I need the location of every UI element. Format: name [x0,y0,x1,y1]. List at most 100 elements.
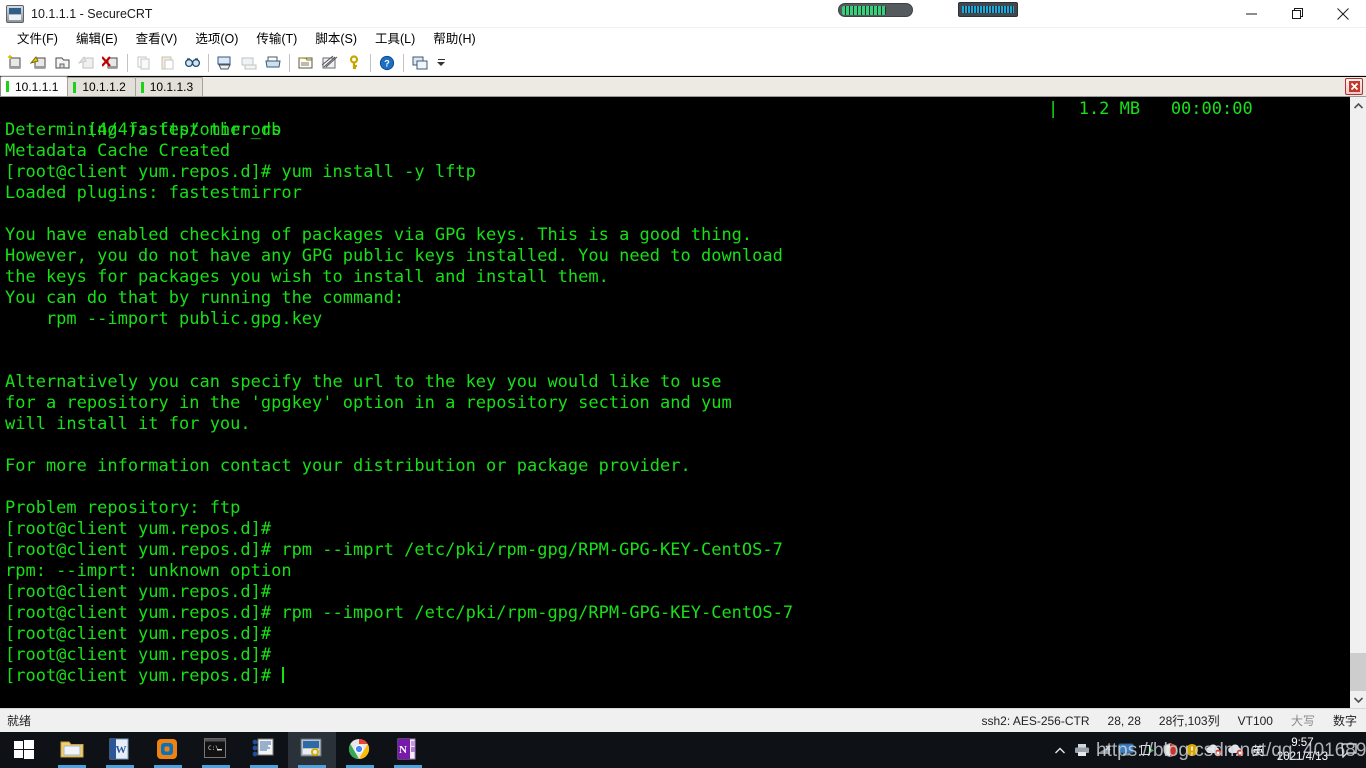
arrange-windows-icon[interactable] [409,52,431,74]
menu-transfer[interactable]: 传输(T) [247,29,306,49]
tray-monitor-icon[interactable] [1115,732,1137,768]
tray-onedrive-error-icon[interactable] [1203,732,1225,768]
print-screen-icon[interactable] [214,52,236,74]
print-icon[interactable] [262,52,284,74]
overlay-meter-widget [958,2,1018,17]
menu-file[interactable]: 文件(F) [8,29,67,49]
toolbar-separator [289,53,290,72]
securecrt-window: 10.1.1.1 - SecureCRT 文件(F) 编辑(E) 查看(V) 选… [0,0,1366,768]
tab-10-1-1-3[interactable]: 10.1.1.3 [134,77,204,96]
tab-label: 10.1.1.2 [82,80,126,94]
clock-time: 9:57 [1291,737,1314,749]
action-center-icon[interactable] [1336,732,1362,768]
terminal-prompt-text: [root@client yum.repos.d]# [5,666,282,686]
status-caps-lock: 大写 [1290,714,1315,728]
tab-status-icon [73,81,77,93]
title-bar: 10.1.1.1 - SecureCRT [0,0,1366,28]
taskbar-onenote[interactable]: N [384,732,432,768]
taskbar-vmware[interactable] [144,732,192,768]
system-tray: 英 9:57 2021/4/13 [1049,732,1366,768]
tray-ime-icon[interactable]: 英 [1247,732,1269,768]
taskbar-word[interactable]: W [96,732,144,768]
terminal-line-text: (4/4): ftp/other_db [86,120,282,140]
terminal-line: rpm: --imprt: unknown option [5,561,292,581]
taskbar-xshell[interactable] [240,732,288,768]
onenote-icon: N [396,738,420,762]
taskbar-file-explorer[interactable] [48,732,96,768]
terminal-line: Metadata Cache Created [5,141,231,161]
terminal-screen[interactable]: (4/4): ftp/other_db | 1.2 MB 00:00:00 De… [0,97,1350,708]
copy-icon[interactable] [133,52,155,74]
new-session-icon[interactable] [4,52,26,74]
tab-status-icon [6,81,9,92]
command-prompt-icon: C:\ [204,738,228,762]
tray-network-disconnected-icon[interactable] [1093,732,1115,768]
taskbar-chrome[interactable] [336,732,384,768]
scrollbar-track[interactable] [1350,114,1366,691]
scroll-up-icon[interactable] [1350,97,1366,114]
paste-icon[interactable] [157,52,179,74]
close-tab-button[interactable] [1345,78,1363,95]
terminal-line: (4/4): ftp/other_db | 1.2 MB 00:00:00 [5,99,1350,140]
disconnect-icon[interactable] [100,52,122,74]
terminal-line: For more information contact your distri… [5,456,691,476]
file-explorer-icon [60,738,84,762]
tray-security-icon[interactable] [1159,732,1181,768]
toolbar-separator [127,53,128,72]
terminal-cursor [282,667,285,683]
tray-ime-label: 英 [1251,743,1264,758]
tab-label: 10.1.1.3 [149,80,194,94]
svg-text:W: W [116,744,127,756]
tray-share-icon[interactable] [1137,732,1159,768]
status-bar: 就绪 ssh2: AES-256-CTR 28, 28 28行,103列 VT1… [0,708,1366,732]
tray-expand-icon[interactable] [1049,732,1071,768]
reconnect-icon[interactable] [76,52,98,74]
close-button[interactable] [1320,0,1366,28]
open-folder-icon[interactable] [52,52,74,74]
terminal-line: However, you do not have any GPG public … [5,246,783,266]
tray-sync-error-icon[interactable] [1225,732,1247,768]
start-button[interactable] [0,732,48,768]
overlay-progress-pill [838,3,913,17]
tab-10-1-1-1[interactable]: 10.1.1.1 [0,76,69,96]
terminal-line: [root@client yum.repos.d]# yum install -… [5,162,476,182]
tray-warning-icon[interactable] [1181,732,1203,768]
menu-edit[interactable]: 编辑(E) [67,29,127,49]
terminal-line: will install it for you. [5,414,251,434]
terminal-scrollbar[interactable] [1350,97,1366,708]
taskbar-clock[interactable]: 9:57 2021/4/13 [1269,736,1336,764]
tab-10-1-1-2[interactable]: 10.1.1.2 [67,77,136,96]
menu-help[interactable]: 帮助(H) [424,29,484,49]
log-session-icon[interactable] [238,52,260,74]
menu-tools[interactable]: 工具(L) [366,29,424,49]
status-cipher: ssh2: AES-256-CTR [981,713,1090,728]
minimize-button[interactable] [1228,0,1274,28]
quick-connect-icon[interactable] [28,52,50,74]
session-options-icon[interactable] [295,52,317,74]
restore-button[interactable] [1274,0,1320,28]
securecrt-taskbar-icon [300,738,324,762]
chrome-icon [348,738,372,762]
svg-text:N: N [399,744,407,756]
tray-printer-icon[interactable] [1071,732,1093,768]
menu-options[interactable]: 选项(O) [186,29,247,49]
global-options-icon[interactable] [319,52,341,74]
scroll-down-icon[interactable] [1350,691,1366,708]
xshell-icon [252,738,276,762]
scrollbar-thumb[interactable] [1350,653,1366,691]
status-right-group: ssh2: AES-256-CTR 28, 28 28行,103列 VT100 … [972,712,1366,729]
find-icon[interactable] [181,52,203,74]
key-icon[interactable] [343,52,365,74]
terminal-line: rpm --import public.gpg.key [5,309,323,329]
terminal-line: [root@client yum.repos.d]# [5,519,272,539]
menu-script[interactable]: 脚本(S) [306,29,366,49]
terminal-line: for a repository in the 'gpgkey' option … [5,393,732,413]
help-icon[interactable]: ? [376,52,398,74]
taskbar-cmd[interactable]: C:\ [192,732,240,768]
taskbar-securecrt[interactable] [288,732,336,768]
toolbar-separator [403,53,404,72]
toolbar-overflow-button[interactable] [436,53,446,73]
menu-view[interactable]: 查看(V) [127,29,187,49]
